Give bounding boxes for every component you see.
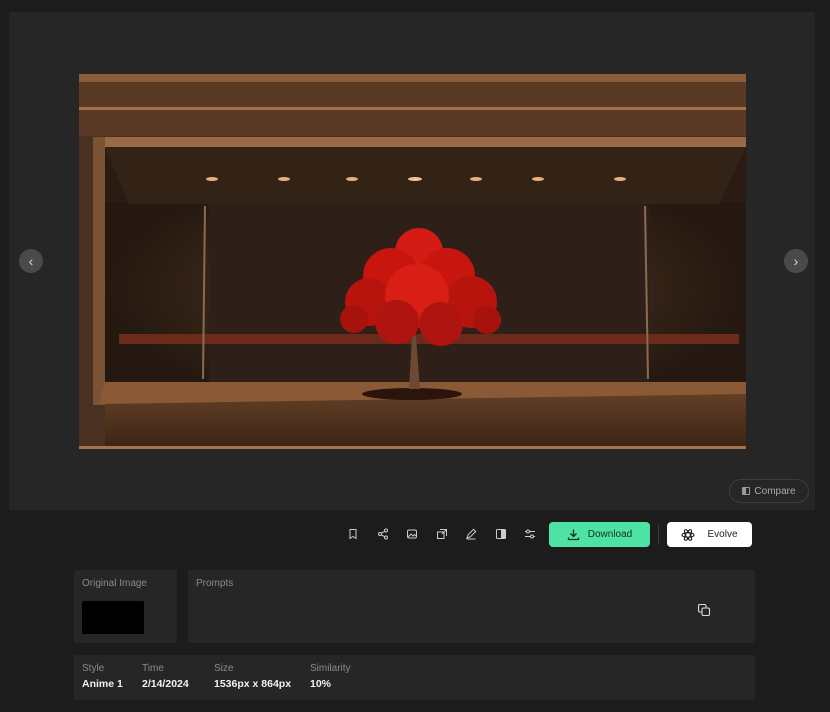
adjust-icon xyxy=(525,529,535,539)
compare-icon xyxy=(742,487,751,495)
meta-label: Similarity xyxy=(310,663,351,674)
copy-icon xyxy=(697,603,711,617)
share-icon xyxy=(377,528,388,540)
meta-value: 1536px x 864px xyxy=(214,678,292,690)
edit-brush-icon xyxy=(466,528,477,540)
copy-prompt-button[interactable] xyxy=(696,602,712,618)
meta-label: Style xyxy=(82,663,105,674)
meta-value: 2/14/2024 xyxy=(142,678,189,690)
prompts-label: Prompts xyxy=(196,578,234,589)
download-icon xyxy=(567,529,579,541)
original-image-panel: Original Image xyxy=(74,570,177,643)
meta-value: 10% xyxy=(310,678,332,690)
meta-label: Size xyxy=(214,663,234,674)
chevron-left-icon: ‹ xyxy=(28,253,34,269)
contrast-button[interactable] xyxy=(488,521,514,547)
share-button[interactable] xyxy=(370,521,396,547)
contrast-icon xyxy=(495,529,506,539)
compare-label: Compare xyxy=(754,485,796,497)
next-image-button[interactable]: › xyxy=(784,249,808,273)
image-toolbar xyxy=(340,521,547,547)
image-button[interactable] xyxy=(399,521,425,547)
image-viewer: ‹ › Compare xyxy=(9,12,815,510)
upscale-icon xyxy=(436,529,447,539)
toolbar-divider xyxy=(658,524,659,545)
download-button[interactable]: Download xyxy=(549,522,650,547)
compare-button[interactable]: Compare xyxy=(729,479,809,503)
bookmark-button[interactable] xyxy=(340,521,366,547)
download-label: Download xyxy=(587,529,633,540)
adjust-button[interactable] xyxy=(517,521,543,547)
image-icon xyxy=(407,529,417,539)
meta-time: Time 2/14/2024 xyxy=(142,663,189,690)
evolve-label: Evolve xyxy=(707,529,738,540)
meta-style: Style Anime 1 xyxy=(82,663,123,690)
previous-image-button[interactable]: ‹ xyxy=(19,249,43,273)
generated-image xyxy=(79,74,746,449)
original-image-label: Original Image xyxy=(82,578,148,589)
meta-similarity: Similarity 10% xyxy=(310,663,351,690)
evolve-button[interactable]: Evolve xyxy=(667,522,752,547)
meta-label: Time xyxy=(142,663,164,674)
upscale-button[interactable] xyxy=(429,521,455,547)
prompts-panel: Prompts xyxy=(188,570,755,643)
original-image-thumbnail[interactable] xyxy=(82,601,144,634)
edit-brush-button[interactable] xyxy=(458,521,484,547)
evolve-icon xyxy=(681,528,696,541)
meta-size: Size 1536px x 864px xyxy=(214,663,291,690)
chevron-right-icon: › xyxy=(793,253,799,269)
meta-value: Anime 1 xyxy=(82,678,123,690)
bookmark-icon xyxy=(349,529,357,540)
image-metadata-panel: Style Anime 1 Time 2/14/2024 Size 1536px… xyxy=(74,655,755,700)
